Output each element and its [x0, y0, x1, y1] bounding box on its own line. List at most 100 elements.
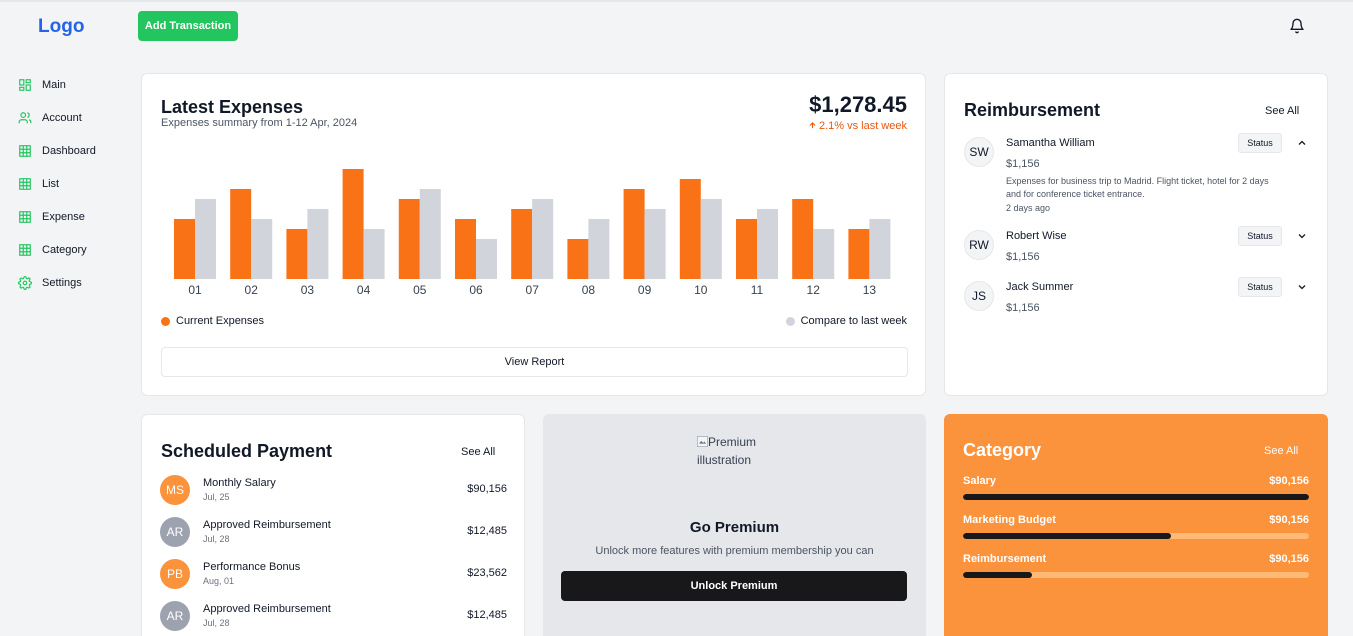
sidebar-item-list[interactable]: List: [18, 167, 96, 200]
bar-current-expenses: [174, 219, 195, 279]
expenses-total: $1,278.45: [809, 92, 907, 117]
reimbursement-item: SW Samantha William $1,156 Expenses for …: [964, 133, 1310, 217]
legend-current-label: Current Expenses: [176, 315, 265, 327]
sidebar-item-settings[interactable]: Settings: [18, 266, 96, 299]
x-tick-label: 01: [188, 283, 202, 297]
sidebar-item-expense[interactable]: Expense: [18, 200, 96, 233]
x-tick-label: 02: [245, 283, 259, 297]
bar-current-expenses: [230, 189, 252, 279]
payment-name: Approved Reimbursement: [203, 519, 331, 531]
broken-image-icon: [697, 436, 708, 447]
x-tick-label: 11: [751, 283, 764, 297]
x-tick-label: 08: [582, 283, 596, 297]
chevron-down-icon[interactable]: [1296, 230, 1308, 242]
legend-current: Current Expenses: [161, 315, 264, 327]
avatar: MS: [160, 475, 190, 505]
sidebar-item-dashboard[interactable]: Dashboard: [18, 134, 96, 167]
scheduled-see-all-link[interactable]: See All: [461, 446, 495, 458]
arrow-up-icon: [809, 122, 816, 129]
bar-compare-last-week: [588, 219, 610, 279]
status-button[interactable]: Status: [1238, 226, 1282, 246]
category-see-all-link[interactable]: See All: [1264, 445, 1298, 457]
bar-compare-last-week: [195, 199, 216, 279]
sidebar-item-account[interactable]: Account: [18, 101, 96, 134]
reimbursement-title: Reimbursement: [964, 100, 1101, 120]
chevron-down-icon[interactable]: [1296, 281, 1308, 293]
scheduled-payment-card: Scheduled Payment See All MS Monthly Sal…: [141, 414, 525, 636]
avatar: JS: [964, 281, 994, 311]
category-value: $90,156: [1269, 553, 1309, 565]
category-label: Reimbursement: [963, 553, 1047, 565]
logo[interactable]: Logo: [38, 16, 84, 38]
gear-icon: [18, 275, 32, 290]
status-button[interactable]: Status: [1238, 277, 1282, 297]
reimbursement-name: Robert Wise: [1006, 230, 1067, 242]
bar-compare-last-week: [869, 219, 891, 279]
bar-current-expenses: [455, 219, 476, 279]
grid-icon: [19, 78, 31, 91]
payment-amount: $23,562: [467, 567, 507, 579]
add-transaction-button[interactable]: Add Transaction: [138, 11, 238, 41]
table-icon: [19, 144, 31, 157]
bar-compare-last-week: [813, 229, 835, 279]
bell-icon[interactable]: [1289, 18, 1305, 34]
x-tick-label: 07: [526, 283, 540, 297]
x-tick-label: 10: [694, 283, 708, 297]
category-progress-fill: [963, 494, 1309, 500]
category-card: Category See All Salary $90,156 Marketin…: [944, 414, 1328, 636]
reimbursement-amount: $1,156: [1006, 158, 1040, 170]
payment-date: Jul, 25: [203, 492, 230, 502]
legend-compare-label: Compare to last week: [800, 315, 907, 327]
avatar: RW: [964, 230, 994, 260]
x-tick-label: 03: [301, 283, 315, 297]
bar-current-expenses: [848, 229, 870, 279]
category-value: $90,156: [1269, 514, 1309, 526]
sidebar-item-category[interactable]: Category: [18, 233, 96, 266]
bar-current-expenses: [623, 189, 645, 279]
sidebar-item-label: Account: [42, 111, 82, 124]
bar-current-expenses: [286, 229, 308, 279]
reimbursement-item: JS Jack Summer $1,156 Status: [964, 277, 1310, 317]
premium-illustration: Premium illustration: [697, 433, 756, 469]
payment-item[interactable]: AR Approved Reimbursement Jul, 28 $12,48…: [160, 601, 507, 631]
view-report-button[interactable]: View Report: [161, 347, 908, 377]
bar-current-expenses: [792, 199, 814, 279]
reimbursement-name: Jack Summer: [1006, 281, 1074, 293]
bar-current-expenses: [736, 219, 757, 279]
avatar: AR: [160, 517, 190, 547]
payment-item[interactable]: AR Approved Reimbursement Jul, 28 $12,48…: [160, 517, 507, 547]
premium-illustration-alt-line2: illustration: [697, 453, 752, 467]
sidebar-item-label: Settings: [42, 276, 82, 289]
reimbursement-name: Samantha William: [1006, 137, 1095, 149]
payment-item[interactable]: MS Monthly Salary Jul, 25 $90,156: [160, 475, 507, 505]
go-premium-card: Premium illustration Go Premium Unlock m…: [543, 414, 926, 636]
category-title: Category: [963, 440, 1042, 460]
users-icon: [18, 111, 32, 123]
payment-item[interactable]: PB Performance Bonus Aug, 01 $23,562: [160, 559, 507, 589]
avatar: AR: [160, 601, 190, 631]
chevron-up-icon[interactable]: [1296, 137, 1308, 149]
bar-current-expenses: [511, 209, 533, 279]
category-value: $90,156: [1269, 475, 1309, 487]
sidebar-item-label: Dashboard: [42, 144, 96, 157]
sidebar-item-main[interactable]: Main: [18, 68, 96, 101]
bar-compare-last-week: [532, 199, 554, 279]
expenses-subtitle: Expenses summary from 1-12 Apr, 2024: [161, 117, 358, 129]
premium-illustration-alt-line1: Premium: [708, 435, 757, 449]
table-icon: [19, 210, 31, 223]
reimbursement-see-all-link[interactable]: See All: [1265, 105, 1299, 117]
reimbursement-card: Reimbursement See All SW Samantha Willia…: [944, 73, 1328, 396]
bar-compare-last-week: [419, 189, 441, 279]
reimbursement-item: RW Robert Wise $1,156 Status: [964, 226, 1310, 266]
category-label: Marketing Budget: [963, 514, 1056, 526]
unlock-premium-button[interactable]: Unlock Premium: [561, 571, 907, 601]
expenses-title: Latest Expenses: [161, 97, 304, 117]
category-progress-track: [963, 572, 1309, 578]
legend-current-dot: [161, 316, 170, 326]
bar-current-expenses: [567, 239, 589, 279]
payment-date: Jul, 28: [203, 618, 230, 628]
category-progress-track: [963, 494, 1309, 500]
bar-compare-last-week: [307, 209, 329, 279]
status-button[interactable]: Status: [1238, 133, 1282, 153]
x-tick-label: 13: [863, 283, 877, 297]
